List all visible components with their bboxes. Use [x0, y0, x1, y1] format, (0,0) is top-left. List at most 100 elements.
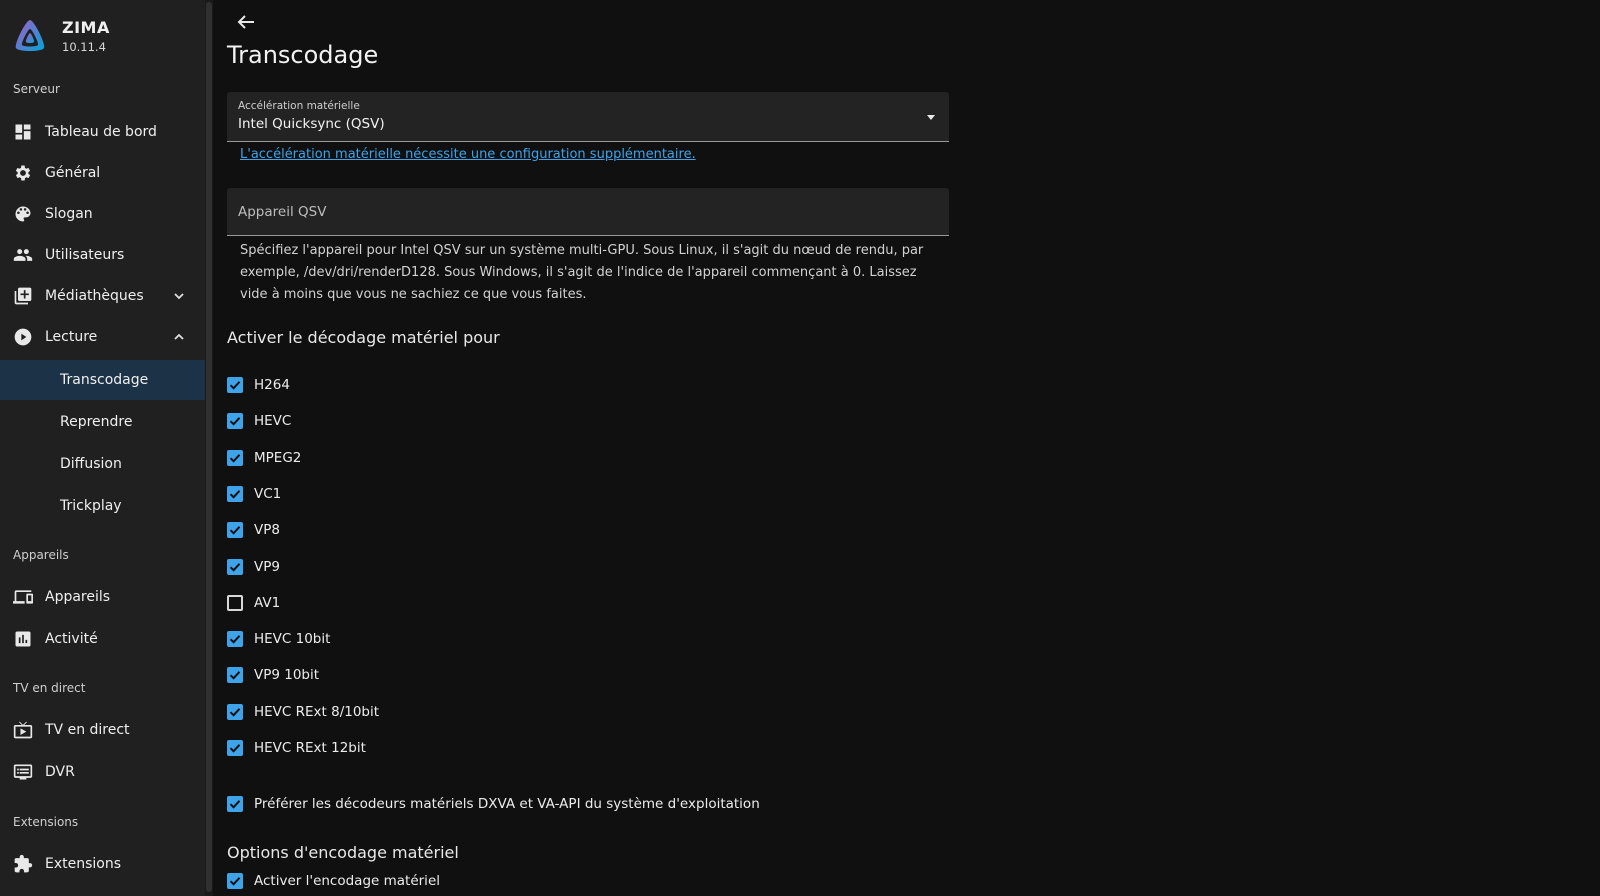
sidebar-item-transcodage[interactable]: Transcodage: [0, 360, 205, 400]
hardware-acceleration-label: Accélération matérielle: [238, 100, 360, 112]
dashboard-icon: [15, 124, 31, 140]
palette-icon: [15, 206, 31, 222]
sidebar-item-extensions[interactable]: Extensions: [0, 844, 205, 884]
hardware-acceleration-select[interactable]: Accélération matérielle Intel Quicksync …: [227, 92, 949, 142]
codec-checkbox[interactable]: [227, 740, 243, 756]
sidebar-item-label: Extensions: [45, 856, 122, 872]
sidebar-item-label: Reprendre: [60, 414, 133, 430]
live-tv-icon: [13, 721, 33, 739]
sidebar-scrollbar-thumb[interactable]: [206, 2, 212, 892]
sidebar-item-label: DVR: [45, 764, 75, 780]
sidebar-item-trickplay[interactable]: Trickplay: [0, 486, 205, 526]
codec-label: VP9 10bit: [254, 667, 320, 683]
sidebar-item-label: Tableau de bord: [45, 124, 157, 140]
enable-hardware-encoding-row[interactable]: Activer l'encodage matériel: [227, 869, 440, 893]
codec-row[interactable]: VC1: [227, 482, 281, 506]
codec-label: VP8: [254, 522, 280, 538]
codec-checkbox[interactable]: [227, 377, 243, 393]
sidebar-item-label: Transcodage: [60, 372, 149, 388]
codec-label: VP9: [254, 559, 280, 575]
devices-icon: [13, 590, 33, 604]
sidebar-item-activite[interactable]: Activité: [0, 619, 205, 659]
app-root: ZIMA 10.11.4 Serveur Tableau de bord Gén…: [0, 0, 1600, 896]
sidebar-item-utilisateurs[interactable]: Utilisateurs: [0, 235, 205, 275]
chevron-down-icon: [174, 293, 184, 300]
sidebar-item-diffusion[interactable]: Diffusion: [0, 444, 205, 484]
sidebar: ZIMA 10.11.4 Serveur Tableau de bord Gén…: [0, 0, 205, 896]
sidebar-item-general[interactable]: Général: [0, 153, 205, 193]
section-serveur: Serveur: [13, 82, 60, 96]
codec-checkbox[interactable]: [227, 595, 243, 611]
sidebar-item-reprendre[interactable]: Reprendre: [0, 402, 205, 442]
qsv-device-description: Spécifiez l'appareil pour Intel QSV sur …: [240, 243, 924, 302]
sidebar-item-label: Général: [45, 165, 101, 181]
codec-row[interactable]: HEVC RExt 8/10bit: [227, 700, 379, 724]
enable-hardware-encoding-label: Activer l'encodage matériel: [254, 873, 440, 889]
prefer-os-decoders-checkbox[interactable]: [227, 796, 243, 812]
sidebar-item-lecture[interactable]: Lecture: [0, 317, 205, 357]
codec-label: MPEG2: [254, 450, 302, 466]
codec-checkbox[interactable]: [227, 704, 243, 720]
sidebar-item-dvr[interactable]: DVR: [0, 752, 205, 792]
sidebar-item-label: Appareils: [45, 589, 111, 605]
library-icon: [14, 287, 32, 305]
sidebar-item-appareils[interactable]: Appareils: [0, 577, 205, 617]
codec-row[interactable]: HEVC 10bit: [227, 627, 330, 651]
codec-checkbox[interactable]: [227, 667, 243, 683]
sidebar-item-label: Lecture: [45, 329, 98, 345]
codec-row[interactable]: HEVC: [227, 409, 291, 433]
puzzle-icon: [14, 854, 33, 873]
prefer-os-decoders-label: Préférer les décodeurs matériels DXVA et…: [254, 796, 760, 812]
back-arrow-icon[interactable]: [234, 10, 258, 34]
codec-row[interactable]: VP9: [227, 555, 280, 579]
qsv-device-input[interactable]: [227, 188, 949, 236]
hardware-decoding-heading: Activer le décodage matériel pour: [227, 328, 500, 347]
page-title: Transcodage: [227, 41, 379, 69]
codec-checkbox[interactable]: [227, 450, 243, 466]
codec-row[interactable]: H264: [227, 373, 290, 397]
sidebar-item-mediatheques[interactable]: Médiathèques: [0, 276, 205, 316]
hardware-encoding-heading: Options d'encodage matériel: [227, 843, 459, 862]
codec-label: AV1: [254, 595, 281, 611]
gear-icon: [15, 165, 31, 181]
codec-row[interactable]: AV1: [227, 591, 280, 615]
sidebar-item-slogan[interactable]: Slogan: [0, 194, 205, 234]
hw-acceleration-help-link[interactable]: L'accélération matérielle nécessite une …: [240, 147, 696, 162]
section-extensions: Extensions: [13, 815, 79, 829]
codec-row[interactable]: VP8: [227, 518, 280, 542]
brand[interactable]: ZIMA 10.11.4: [12, 14, 110, 58]
sidebar-item-label: Trickplay: [60, 498, 122, 514]
section-appareils: Appareils: [13, 548, 69, 562]
prefer-os-decoders-row[interactable]: Préférer les décodeurs matériels DXVA et…: [227, 792, 760, 816]
codec-label: VC1: [254, 486, 282, 502]
sidebar-item-label: Slogan: [45, 206, 93, 222]
server-version: 10.11.4: [62, 40, 106, 54]
codec-checkbox[interactable]: [227, 486, 243, 502]
sidebar-item-label: Utilisateurs: [45, 247, 125, 263]
codec-row[interactable]: HEVC RExt 12bit: [227, 736, 366, 760]
caret-down-icon: [927, 115, 935, 120]
hardware-acceleration-value: Intel Quicksync (QSV): [238, 116, 385, 132]
enable-hardware-encoding-checkbox[interactable]: [227, 873, 243, 889]
sidebar-item-label: Diffusion: [60, 456, 122, 472]
sidebar-item-tableau-de-bord[interactable]: Tableau de bord: [0, 112, 205, 152]
sidebar-item-tv-en-direct[interactable]: TV en direct: [0, 710, 205, 750]
codec-label: HEVC RExt 8/10bit: [254, 704, 380, 720]
codec-label: HEVC RExt 12bit: [254, 740, 366, 756]
activity-chart-icon: [15, 631, 31, 647]
sidebar-item-label: Médiathèques: [45, 288, 144, 304]
dvr-icon: [13, 764, 33, 780]
codec-checkbox[interactable]: [227, 631, 243, 647]
sidebar-scrollbar[interactable]: [205, 0, 213, 896]
codec-checkbox[interactable]: [227, 559, 243, 575]
codec-checkbox[interactable]: [227, 522, 243, 538]
codec-row[interactable]: MPEG2: [227, 446, 301, 470]
sidebar-item-label: Activité: [45, 631, 98, 647]
codec-label: HEVC: [254, 413, 292, 429]
codec-checkbox[interactable]: [227, 413, 243, 429]
codec-label: H264: [254, 377, 290, 393]
codec-row[interactable]: VP9 10bit: [227, 663, 319, 687]
server-name: ZIMA: [62, 18, 110, 37]
codec-label: HEVC 10bit: [254, 631, 331, 647]
sidebar-item-label: TV en direct: [45, 722, 130, 738]
